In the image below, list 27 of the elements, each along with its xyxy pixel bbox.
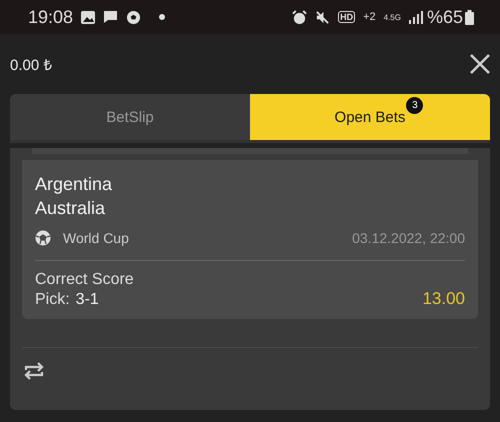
soccer-ball-icon xyxy=(126,10,142,24)
hd-voice-icon: HD xyxy=(338,11,356,23)
team-name: Argentina xyxy=(35,173,114,196)
tab[interactable]: Open Bets 3 xyxy=(250,94,490,140)
clock-time: 19:08 xyxy=(28,6,74,28)
tab[interactable]: BetSlip xyxy=(10,94,250,140)
network-type: 4.5G xyxy=(384,12,401,22)
signal-icon xyxy=(408,10,423,24)
market-name: Correct Score xyxy=(35,271,135,289)
battery-percent: %65 xyxy=(426,6,463,28)
message-icon xyxy=(103,10,118,24)
competition-name: World Cup xyxy=(63,230,129,246)
mute-icon xyxy=(315,10,330,24)
sim-label: +2 xyxy=(363,11,376,23)
pick-value: 3-1 xyxy=(76,291,99,309)
team-name: Australia xyxy=(35,197,106,220)
image-icon xyxy=(81,10,96,24)
count-badge: 3 xyxy=(406,96,424,114)
close-button[interactable] xyxy=(468,52,492,76)
battery-icon xyxy=(465,10,474,24)
pick-label: Pick: xyxy=(35,291,70,309)
odds-value: 13.00 xyxy=(422,289,465,309)
soccer-ball-icon xyxy=(35,230,51,246)
match-datetime: 03.12.2022, 22:00 xyxy=(352,230,465,246)
balance-amount: 0.00 ₺ xyxy=(10,56,52,74)
dot-icon xyxy=(159,14,166,20)
alarm-icon xyxy=(292,10,308,24)
